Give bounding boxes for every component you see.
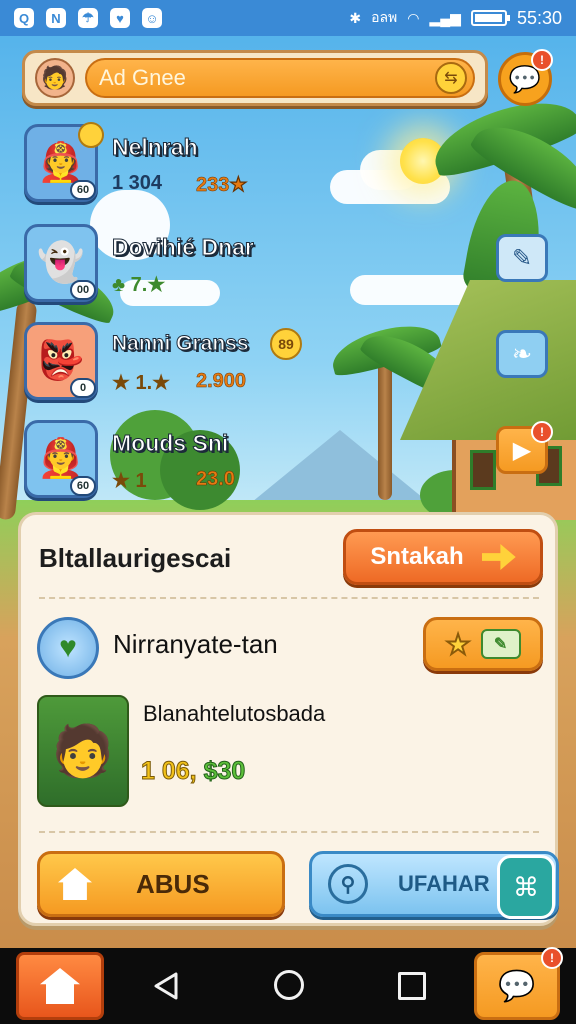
feather-icon: ❧ — [511, 340, 533, 368]
player-stars: 2.900 — [196, 370, 247, 393]
feather-button[interactable]: ❧ — [496, 330, 548, 378]
edit-icon: ✎ — [511, 244, 533, 272]
status-time: 55:30 — [516, 7, 562, 28]
player-level: 60 — [70, 476, 96, 496]
profile-avatar[interactable]: 🧑 — [35, 58, 75, 98]
player-level: 00 — [70, 280, 96, 300]
mission-name: Nirranyate-tan — [113, 629, 278, 659]
play-icon: ▶ — [512, 436, 532, 464]
home-system-button[interactable] — [274, 970, 304, 1000]
abus-button-label: ABUS — [136, 868, 210, 899]
scan-icon[interactable]: ⌘ — [497, 855, 555, 919]
app-notification-icon: ☂ — [78, 8, 98, 28]
leaderboard-row[interactable]: 👻 00 Dovihié Dnar ♣ 7.★ — [24, 224, 454, 306]
coin-badge: 89 — [270, 328, 302, 360]
stalk-button-label: Sntakah — [370, 543, 464, 570]
player-name: Dovihié Dnar — [112, 234, 255, 261]
edit-button[interactable]: ✎ — [496, 234, 548, 282]
divider — [39, 597, 539, 599]
player-stars: 233★ — [196, 174, 248, 197]
notification-icons: Q N ☂ ♥ ☺ — [14, 8, 162, 28]
goblin-icon: 👺 — [37, 340, 85, 382]
chat-nav-button[interactable]: 💬 ! — [474, 947, 563, 1020]
chat-button[interactable]: 💬 ! — [498, 49, 553, 106]
upgrade-button-label: UFAHAR — [398, 871, 490, 896]
signal-text: อลพ — [371, 9, 398, 25]
shield-icon: ♥ — [37, 617, 99, 679]
leaderboard-row[interactable]: 👺 0 Nanni Granss 89 ★ 1.★ 2.900 — [24, 322, 454, 404]
leaderboard-row[interactable]: 👨‍🚒 60 Mouds Sni ★ 1 23.0 — [24, 420, 454, 502]
hero-portrait[interactable]: 🧑 — [37, 695, 129, 807]
status-bar: Q N ☂ ♥ ☺ ✱ อลพ ◠ ▂▄▆ 55:30 — [0, 0, 576, 36]
play-button[interactable]: ▶ ! — [496, 421, 553, 474]
battery-fill — [474, 14, 502, 22]
search-input[interactable] — [99, 65, 435, 91]
reward-button[interactable]: ★ ✎ — [423, 617, 543, 671]
player-name: Nanni Granss — [112, 332, 250, 356]
player-name: Mouds Sni — [111, 430, 229, 457]
search-box: ⇆ — [85, 58, 475, 98]
main-panel: Bltallaurigescai Sntakah ♥ Nirranyate-ta… — [18, 512, 559, 926]
top-bar: 🧑 ⇆ — [22, 50, 488, 106]
notification-badge: ! — [531, 49, 553, 71]
app-notification-icon: ♥ — [110, 8, 130, 28]
coin-icon — [78, 122, 104, 148]
cell-signal-icon: ▂▄▆ — [429, 9, 461, 26]
app-notification-icon: ☺ — [142, 8, 162, 28]
player-score: ★ 1 — [112, 470, 147, 492]
player-score: 1 304 — [112, 172, 163, 194]
abus-button[interactable]: ABUS — [37, 851, 285, 917]
key-icon: ⚲ — [328, 864, 368, 904]
app-notification-icon: Q — [14, 8, 34, 28]
app-notification-icon: N — [46, 8, 66, 28]
hut-window — [470, 450, 496, 490]
chat-icon: 💬 — [498, 969, 536, 1003]
explorer-icon: 🧑 — [51, 722, 115, 779]
hero-value-amount: 1 06, — [141, 757, 204, 786]
hero-value-cash: $30 — [203, 757, 246, 786]
divider — [39, 831, 539, 833]
firefighter-icon: 👨‍🚒 — [37, 438, 85, 480]
arrow-swap-icon[interactable]: ⇆ — [435, 62, 467, 94]
player-name: Nelnrah — [112, 134, 199, 161]
recents-button[interactable] — [398, 972, 426, 1000]
ticket-icon: ✎ — [480, 629, 521, 659]
navigation-bar: 💬 ! — [0, 947, 576, 1024]
notification-badge: ! — [541, 947, 563, 969]
home-icon — [58, 868, 92, 900]
leaderboard-row[interactable]: 🧑‍🚒 60 Nelnrah 1 304 233★ — [24, 122, 454, 206]
character-icon: 👻 — [37, 242, 85, 284]
hero-value: 1 06, $30 — [141, 757, 246, 786]
stalk-button[interactable]: Sntakah — [343, 529, 543, 585]
hero-name: Blanahtelutosbada — [143, 701, 326, 726]
home-button[interactable] — [16, 952, 104, 1020]
player-level: 0 — [70, 378, 96, 398]
panel-title: Bltallaurigescai — [39, 543, 232, 573]
arrow-right-icon — [481, 544, 516, 570]
player-score: ♣ 7.★ — [112, 274, 166, 296]
firefighter-icon: 🧑‍🚒 — [37, 142, 85, 184]
player-score: ★ 1.★ — [112, 372, 171, 394]
battery-icon — [470, 10, 510, 26]
wifi-icon: ◠ — [407, 9, 420, 26]
star-icon: ★ — [445, 628, 471, 660]
player-stars: 23.0 — [196, 468, 235, 491]
back-button[interactable] — [150, 970, 182, 1002]
player-level: 60 — [70, 180, 96, 200]
home-icon — [40, 968, 80, 1004]
notification-badge: ! — [531, 421, 553, 443]
bluetooth-icon: ✱ — [349, 9, 362, 26]
